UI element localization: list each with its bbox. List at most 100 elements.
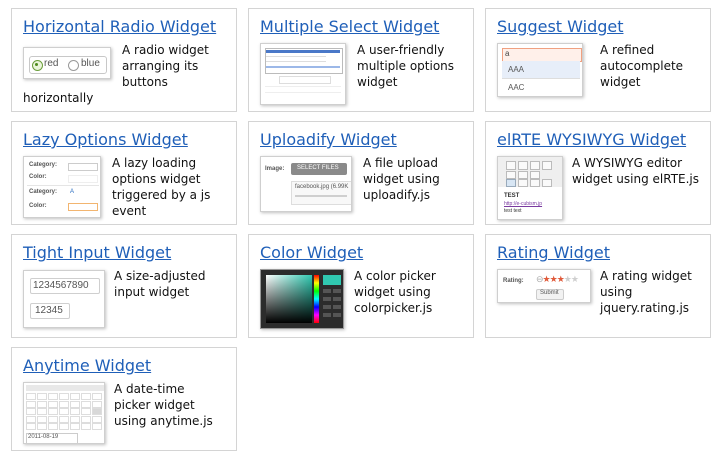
calendar-cell <box>70 400 80 408</box>
thumb-editor-link: http://e-cubism.jp <box>504 201 543 207</box>
thumb-editor-heading: TEST <box>504 193 520 199</box>
suggest-option-1: AAA <box>508 65 525 74</box>
calendar-cell <box>26 423 36 430</box>
calendar-cell <box>92 400 102 408</box>
star-icon: ★ <box>563 274 572 284</box>
widget-card-anytime: Anytime Widget 2011-08-19 A date-time pi… <box>11 347 237 451</box>
widget-description: A color picker widget using colorpicker.… <box>354 269 436 315</box>
thumb-label-category-2: Category: <box>29 189 58 195</box>
widget-thumbnail[interactable] <box>260 269 344 329</box>
calendar-cell <box>48 408 58 415</box>
thumb-editor-text: test text <box>504 208 522 214</box>
widget-title-link[interactable]: Tight Input Widget <box>23 243 171 262</box>
calendar-cell <box>70 408 80 415</box>
widget-description: A radio widget arranging its buttons <box>122 43 209 89</box>
widget-thumbnail[interactable] <box>260 43 346 105</box>
calendar-cell <box>92 408 102 415</box>
thumb-label-image: Image: <box>265 166 285 172</box>
widget-title-link[interactable]: Color Widget <box>260 243 363 262</box>
widget-card-color: Color Widget A color picker widget using… <box>248 234 474 338</box>
thumb-value-a: A <box>70 189 75 195</box>
star-icon: ★ <box>556 274 565 284</box>
calendar-cell <box>26 415 36 423</box>
calendar-cell <box>48 423 58 430</box>
calendar-cell <box>26 408 36 415</box>
widget-thumbnail[interactable]: Category: Color: Category: A Color: <box>23 156 101 218</box>
star-icon: ★ <box>570 274 579 284</box>
calendar-cell <box>81 400 91 408</box>
calendar-cell <box>70 415 80 423</box>
thumb-file-name: facebook.jpg (6.99K <box>295 184 349 190</box>
calendar-cell <box>92 415 102 423</box>
widget-card-multiple-select: Multiple Select Widget A user-friendly m… <box>248 8 474 112</box>
calendar-cell <box>59 423 69 430</box>
radio-label-red: red <box>44 58 59 69</box>
thumb-submit-button: Submit <box>540 290 559 296</box>
widget-title-link[interactable]: Suggest Widget <box>497 17 624 36</box>
widget-card-lazy-options: Lazy Options Widget Category: Color: Cat… <box>11 121 237 225</box>
widget-description: A file upload widget using uploadify.js <box>363 156 440 202</box>
widget-thumbnail[interactable]: 2011-08-19 <box>23 382 105 444</box>
widget-title-link[interactable]: Multiple Select Widget <box>260 17 439 36</box>
thumb-rating-stars: ⊖★★★★★ <box>536 274 579 285</box>
thumb-calendar-grid <box>26 393 104 431</box>
calendar-cell <box>26 393 36 400</box>
widget-card-uploadify: Uploadify Widget Image: SELECT FILES fac… <box>248 121 474 225</box>
widget-description: A lazy loading options widget triggered … <box>112 156 211 218</box>
widget-thumbnail[interactable]: 1234567890 12345 <box>23 270 105 328</box>
calendar-cell <box>92 393 102 400</box>
calendar-cell <box>81 415 91 423</box>
widget-description: A rating widget using jquery.rating.js <box>600 269 692 315</box>
widget-thumbnail[interactable]: TEST http://e-cubism.jp test text <box>497 156 563 220</box>
radio-label-blue: blue <box>81 58 100 69</box>
thumb-select-files-button: SELECT FILES <box>297 165 339 171</box>
widget-title-link[interactable]: Horizontal Radio Widget <box>23 17 216 36</box>
calendar-cell <box>37 400 47 408</box>
widget-description: A WYSIWYG editor widget using elRTE.js <box>572 156 700 186</box>
calendar-cell <box>37 423 47 430</box>
star-icon: ★ <box>542 274 551 284</box>
calendar-cell <box>81 408 91 415</box>
star-icon: ★ <box>549 274 558 284</box>
suggest-input-value: a <box>505 49 510 58</box>
calendar-cell <box>81 393 91 400</box>
widget-title-link[interactable]: elRTE WYSIWYG Widget <box>497 130 686 149</box>
widget-thumbnail[interactable]: Image: SELECT FILES facebook.jpg (6.99K <box>260 156 352 212</box>
calendar-cell <box>59 408 69 415</box>
thumb-label-category: Category: <box>29 162 58 168</box>
calendar-cell <box>48 400 58 408</box>
widget-description: A date-time picker widget using anytime.… <box>114 382 213 428</box>
calendar-cell <box>37 408 47 415</box>
widget-card-tight-input: Tight Input Widget 1234567890 12345 A si… <box>11 234 237 338</box>
calendar-cell <box>48 393 58 400</box>
widget-title-link[interactable]: Uploadify Widget <box>260 130 397 149</box>
thumb-input-short: 12345 <box>35 305 63 316</box>
calendar-cell <box>70 423 80 430</box>
widget-thumbnail[interactable]: red blue <box>23 47 111 79</box>
widget-card-rating: Rating Widget Rating: ⊖★★★★★ Submit A ra… <box>485 234 711 338</box>
widget-title-link[interactable]: Anytime Widget <box>23 356 151 375</box>
calendar-cell <box>81 423 91 430</box>
calendar-cell <box>48 415 58 423</box>
widget-description: A user-friendly multiple options widget <box>357 43 455 89</box>
widget-description: A size-adjusted input widget <box>114 269 206 299</box>
calendar-cell <box>59 400 69 408</box>
calendar-cell <box>92 423 102 430</box>
thumb-label-color: Color: <box>29 174 47 180</box>
widget-card-elrte: elRTE WYSIWYG Widget TEST http://e-cubis… <box>485 121 711 225</box>
thumb-rating-label: Rating: <box>503 278 524 284</box>
calendar-cell <box>59 393 69 400</box>
widget-thumbnail[interactable]: a AAA AAC <box>497 43 583 97</box>
widget-card-horizontal-radio: Horizontal Radio Widget red blue A radio… <box>11 8 237 112</box>
thumb-date-value: 2011-08-19 <box>28 434 59 440</box>
widget-card-suggest: Suggest Widget a AAA AAC A refined autoc… <box>485 8 711 112</box>
calendar-cell <box>37 415 47 423</box>
widget-description-overflow: horizontally <box>23 91 94 105</box>
widget-thumbnail[interactable]: Rating: ⊖★★★★★ Submit <box>497 269 591 303</box>
widget-title-link[interactable]: Lazy Options Widget <box>23 130 188 149</box>
calendar-cell <box>59 415 69 423</box>
suggest-option-2: AAC <box>508 83 525 92</box>
widget-title-link[interactable]: Rating Widget <box>497 243 610 262</box>
thumb-input-long: 1234567890 <box>33 280 89 291</box>
widget-description: A refined autocomplete widget <box>600 43 684 89</box>
